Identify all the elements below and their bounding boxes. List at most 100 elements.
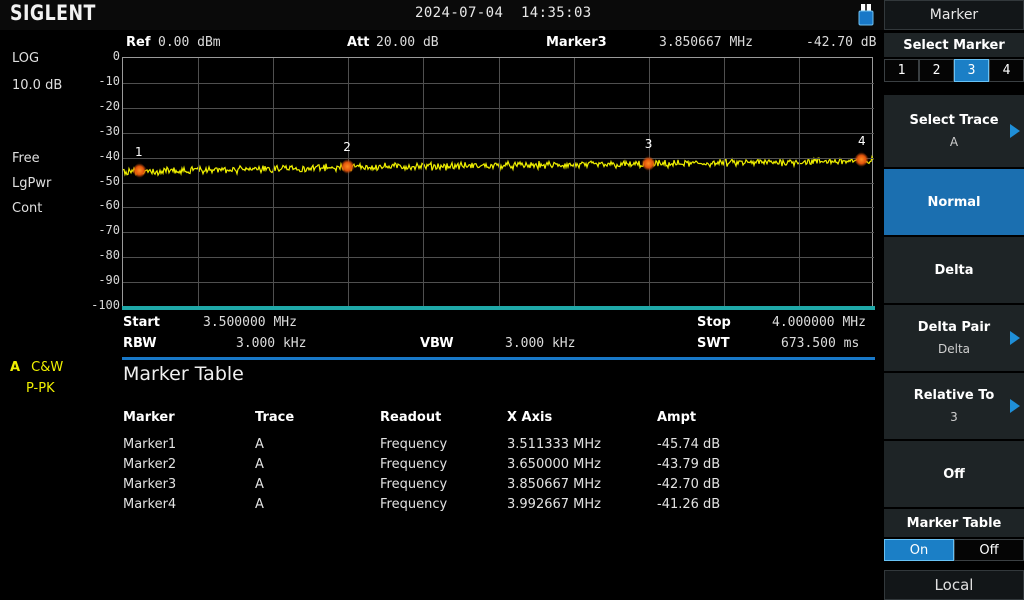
y-axis-tick: -40 (98, 148, 120, 163)
top-bar: SIGLENT 2024-07-04 14:35:03 (0, 0, 884, 30)
scale-per-div-label: 10.0 dB (12, 78, 63, 93)
cell-trace: A (255, 457, 264, 472)
gridline-vertical (273, 58, 274, 307)
chevron-right-icon (1010, 399, 1020, 413)
marker-select-button-3[interactable]: 3 (954, 59, 989, 82)
y-axis-tick: -50 (98, 173, 120, 188)
marker-table-toggle[interactable]: On Off (884, 539, 1024, 561)
normal-label: Normal (927, 194, 981, 210)
y-axis-tick: -10 (98, 73, 120, 88)
cell-ampt: -43.79 dB (657, 457, 721, 472)
gridline-vertical (649, 58, 650, 307)
trace-mode-label: C&W (31, 360, 64, 375)
y-axis-tick: -80 (98, 248, 120, 263)
cell-trace: A (255, 437, 264, 452)
y-axis-tick: -70 (98, 223, 120, 238)
select-trace-value: A (949, 135, 959, 149)
gridline-vertical (574, 58, 575, 307)
start-label: Start (123, 315, 160, 330)
marker-table-body: Marker1 A Frequency 3.511333 MHz -45.74 dB Ma… (123, 437, 863, 517)
y-axis-tick: -90 (98, 273, 120, 288)
cell-readout: Frequency (380, 497, 448, 512)
select-trace-label: Select Trace (909, 113, 999, 128)
menu-header-label: Marker (929, 7, 979, 23)
gridline-vertical (348, 58, 349, 307)
gridline-vertical (423, 58, 424, 307)
column-header-trace: Trace (255, 410, 295, 425)
swt-label: SWT (697, 336, 730, 351)
local-label: Local (934, 576, 974, 594)
y-axis-tick: -30 (98, 123, 120, 138)
cell-x: 3.511333 MHz (507, 437, 601, 452)
delta-pair-label: Delta Pair (917, 320, 991, 335)
active-marker-frequency: 3.850667 MHz (659, 35, 753, 50)
trigger-mode-label: Free (12, 151, 40, 166)
off-label: Off (943, 466, 965, 482)
rbw-value[interactable]: 3.000 kHz (236, 336, 306, 351)
start-value[interactable]: 3.500000 MHz (203, 315, 297, 330)
table-header-row: Marker Trace Readout X Axis Ampt (123, 410, 863, 437)
chevron-right-icon (1010, 124, 1020, 138)
gridline-vertical (198, 58, 199, 307)
softkey-marker-table[interactable]: Marker Table (884, 508, 1024, 538)
marker-select-button-2[interactable]: 2 (919, 59, 954, 82)
select-marker-label: Select Marker (903, 37, 1005, 53)
y-axis-tick: 0 (112, 49, 120, 63)
cell-trace: A (255, 477, 264, 492)
softkey-relative-to[interactable]: Relative To 3 (884, 372, 1024, 440)
cell-ampt: -42.70 dB (657, 477, 721, 492)
ref-value[interactable]: 0.00 dBm (158, 35, 221, 50)
att-label: Att (347, 35, 370, 50)
cell-x: 3.850667 MHz (507, 477, 601, 492)
cell-readout: Frequency (380, 457, 448, 472)
cell-x: 3.650000 MHz (507, 457, 601, 472)
table-row[interactable]: Marker1 A Frequency 3.511333 MHz -45.74 dB (123, 437, 863, 457)
marker-select-button-4[interactable]: 4 (989, 59, 1024, 82)
softkey-delta[interactable]: Delta (884, 236, 1024, 304)
softkey-delta-pair[interactable]: Delta Pair Delta (884, 304, 1024, 372)
softkey-normal[interactable]: Normal (884, 168, 1024, 236)
marker-table-on-button[interactable]: On (884, 539, 954, 561)
marker-table-softkey-label: Marker Table (906, 515, 1002, 531)
marker-table-off-button[interactable]: Off (954, 539, 1024, 561)
stop-value[interactable]: 4.000000 MHz (772, 315, 866, 330)
table-row[interactable]: Marker4 A Frequency 3.992667 MHz -41.26 dB (123, 497, 863, 517)
softkey-off[interactable]: Off (884, 440, 1024, 508)
trace-detector-label: P-PK (26, 381, 55, 396)
graph-header-row: Ref 0.00 dBm Att 20.00 dB Marker3 3.8506… (0, 30, 884, 55)
vbw-label: VBW (420, 336, 454, 351)
softkey-menu-panel: Marker Select Marker 1234 Select Trace A… (884, 0, 1024, 600)
y-axis-tick: -20 (98, 98, 120, 113)
att-value[interactable]: 20.00 dB (376, 35, 439, 50)
active-marker-label: Marker3 (546, 35, 607, 50)
column-header-marker: Marker (123, 410, 175, 425)
column-header-ampt: Ampt (657, 410, 697, 425)
gridline-vertical (799, 58, 800, 307)
relative-to-label: Relative To (913, 388, 995, 403)
marker-table: Marker Trace Readout X Axis Ampt Marker1… (123, 410, 863, 517)
softkey-select-trace[interactable]: Select Trace A (884, 94, 1024, 168)
swt-value[interactable]: 673.500 ms (781, 336, 859, 351)
table-row[interactable]: Marker2 A Frequency 3.650000 MHz -43.79 dB (123, 457, 863, 477)
cell-trace: A (255, 497, 264, 512)
cell-marker: Marker1 (123, 437, 177, 452)
chevron-right-icon (1010, 331, 1020, 345)
cell-marker: Marker2 (123, 457, 177, 472)
ref-label: Ref (126, 35, 151, 50)
marker-number-buttons[interactable]: 1234 (884, 59, 1024, 82)
softkey-local[interactable]: Local (884, 570, 1024, 600)
date-text: 2024-07-04 (415, 5, 504, 21)
marker-table-title: Marker Table (123, 363, 244, 385)
cell-readout: Frequency (380, 437, 448, 452)
rbw-label: RBW (123, 336, 157, 351)
spectrum-plot[interactable] (122, 57, 874, 307)
table-row[interactable]: Marker3 A Frequency 3.850667 MHz -42.70 dB (123, 477, 863, 497)
delta-pair-value: Delta (937, 342, 970, 356)
softkey-select-marker[interactable]: Select Marker (884, 32, 1024, 58)
trace-letter-label: A (10, 360, 21, 375)
delta-label: Delta (934, 262, 974, 278)
vbw-value[interactable]: 3.000 kHz (505, 336, 575, 351)
sweep-parameter-row: Start 3.500000 MHz Stop 4.000000 MHz RBW… (0, 314, 884, 354)
cell-marker: Marker4 (123, 497, 177, 512)
marker-select-button-1[interactable]: 1 (884, 59, 919, 82)
